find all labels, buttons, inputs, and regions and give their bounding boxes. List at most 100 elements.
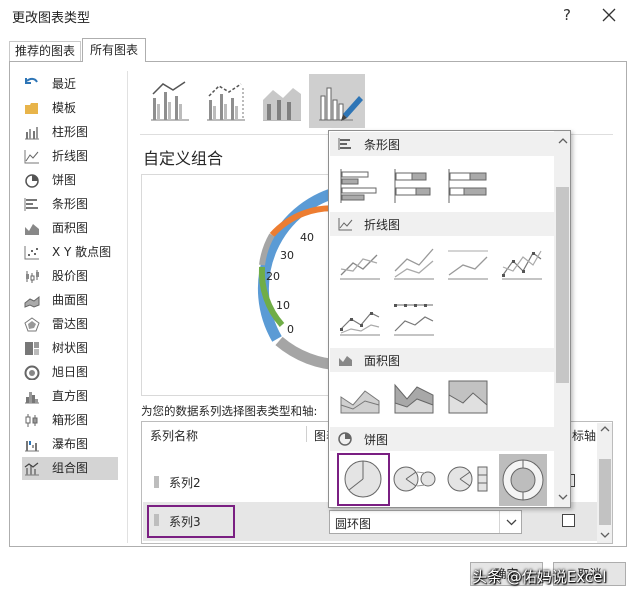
subtype-clustered-column-line[interactable] (141, 74, 197, 128)
stacked-line-icon (394, 248, 434, 280)
area-chart-icon (25, 224, 39, 235)
gallery-bar-of-pie[interactable] (445, 457, 491, 501)
gallery-scrollbar[interactable] (554, 131, 570, 507)
nav-item-folder[interactable]: 模板 (22, 97, 118, 120)
nav-item-label: 柱形图 (52, 125, 89, 139)
nav-item-label: 面积图 (52, 221, 89, 235)
combo-chart-icon (24, 462, 39, 476)
nav-item-scatter-chart[interactable]: X Y 散点图 (22, 241, 118, 264)
gallery-stacked-bar[interactable] (391, 163, 437, 207)
scatter-chart-icon (24, 246, 39, 260)
col-header-series-name: 系列名称 (150, 429, 199, 443)
clustered-bar-icon (340, 169, 377, 203)
gallery-line[interactable] (337, 241, 383, 285)
column-chart-icon (25, 127, 39, 140)
nav-item-surface-chart[interactable]: 曲面图 (22, 289, 118, 312)
nav-item-column-chart[interactable]: 柱形图 (22, 121, 118, 144)
nav-item-label: 瀑布图 (52, 437, 89, 451)
table-scrollbar[interactable] (597, 423, 612, 543)
line-chart-icon (24, 150, 39, 164)
pie-chart-icon (25, 174, 39, 188)
nav-item-area-chart[interactable]: 面积图 (22, 217, 118, 240)
help-button[interactable]: ? (555, 4, 579, 26)
highlight-box (337, 453, 390, 506)
gallery-section-bar: 条形图 (330, 132, 554, 156)
nav-item-recent-undo[interactable]: 最近 (22, 73, 118, 96)
stacked-area-icon (394, 383, 434, 414)
nav-item-histogram-chart[interactable]: 直方图 (22, 385, 118, 408)
nav-item-box-whisker-chart[interactable]: 箱形图 (22, 409, 118, 432)
gallery-stacked-line-markers[interactable] (337, 297, 383, 341)
nav-item-label: 折线图 (52, 149, 89, 163)
subtype-stacked-area-column[interactable] (253, 74, 309, 128)
gallery-section-label: 面积图 (364, 354, 401, 368)
gallery-area[interactable] (337, 375, 383, 419)
percent-stacked-area-icon (448, 380, 488, 414)
gallery-100-stacked-line-markers[interactable] (391, 297, 437, 341)
custom-combination-icon (319, 87, 363, 121)
subtype-custom-combination[interactable] (309, 74, 365, 128)
column-line-secondary-axis-icon (207, 83, 245, 121)
nav-item-sunburst-chart[interactable]: 旭日图 (22, 361, 118, 384)
nav-item-label: 最近 (52, 77, 77, 91)
gallery-section-area: 面积图 (330, 348, 554, 372)
subtype-column-line-secondary-axis[interactable] (197, 74, 253, 128)
nav-item-radar-chart[interactable]: 雷达图 (22, 313, 118, 336)
nav-item-label: 箱形图 (52, 413, 89, 427)
series-color-chip (154, 476, 159, 488)
line-icon (340, 254, 380, 280)
preview-tick-label: 20 (266, 270, 280, 283)
close-button[interactable] (596, 4, 622, 26)
waterfall-chart-icon (25, 441, 39, 452)
gallery-stacked-area[interactable] (391, 375, 437, 419)
scroll-down-icon[interactable] (600, 531, 610, 539)
series-name: 系列2 (169, 476, 201, 490)
line-chart-icon (338, 218, 353, 231)
chevron-down-icon (506, 519, 517, 526)
secondary-axis-checkbox[interactable] (562, 514, 575, 527)
nav-item-combo-chart[interactable]: 组合图 (22, 457, 118, 480)
bar-of-pie-icon (447, 466, 488, 492)
chart-type-gallery[interactable]: 条形图 折线图 面积图 饼图 (328, 130, 571, 508)
area-chart-icon (339, 356, 352, 366)
section-heading: 自定义组合 (143, 149, 224, 168)
gallery-line-markers[interactable] (499, 241, 545, 285)
divider (127, 71, 128, 543)
scrollbar-thumb[interactable] (556, 187, 569, 383)
bar-chart-icon (338, 138, 351, 150)
nav-item-line-chart[interactable]: 折线图 (22, 145, 118, 168)
gallery-doughnut[interactable] (499, 454, 547, 506)
scroll-up-icon[interactable] (558, 137, 568, 145)
gallery-100-stacked-area[interactable] (445, 375, 491, 419)
nav-item-label: 股价图 (52, 269, 89, 283)
gallery-clustered-bar[interactable] (337, 163, 383, 207)
stock-chart-icon (26, 270, 39, 283)
tab-all-charts[interactable]: 所有图表 (82, 38, 146, 62)
nav-item-bar-chart[interactable]: 条形图 (22, 193, 118, 216)
gallery-pie-of-pie[interactable] (391, 457, 437, 501)
bar-chart-icon (24, 198, 38, 211)
tab-recommended-charts[interactable]: 推荐的图表 (9, 41, 81, 61)
nav-item-pie-chart[interactable]: 饼图 (22, 169, 118, 192)
nav-item-stock-chart[interactable]: 股价图 (22, 265, 118, 288)
preview-tick-label: 30 (280, 249, 294, 262)
nav-item-waterfall-chart[interactable]: 瀑布图 (22, 433, 118, 456)
select-dropdown-button[interactable] (499, 511, 522, 533)
series-instruction: 为您的数据系列选择图表类型和轴: (141, 404, 318, 418)
gallery-section-line: 折线图 (330, 212, 554, 236)
percent-stacked-bar-icon (448, 169, 487, 203)
chart-type-select-value: 圆环图 (335, 517, 372, 531)
scroll-up-icon[interactable] (600, 425, 610, 433)
nav-item-treemap-chart[interactable]: 树状图 (22, 337, 118, 360)
chart-type-select[interactable]: 圆环图 (329, 510, 522, 534)
scroll-down-icon[interactable] (558, 493, 568, 501)
gallery-100-stacked-line[interactable] (445, 241, 491, 285)
chart-preview: 40 30 20 10 0 (141, 174, 341, 396)
stacked-bar-icon (394, 169, 431, 203)
scrollbar-thumb[interactable] (599, 459, 611, 525)
pie-chart-icon (338, 432, 352, 446)
gallery-stacked-line[interactable] (391, 241, 437, 285)
gallery-100-stacked-bar[interactable] (445, 163, 491, 207)
line-with-markers-icon (502, 250, 542, 280)
close-icon (602, 8, 616, 22)
